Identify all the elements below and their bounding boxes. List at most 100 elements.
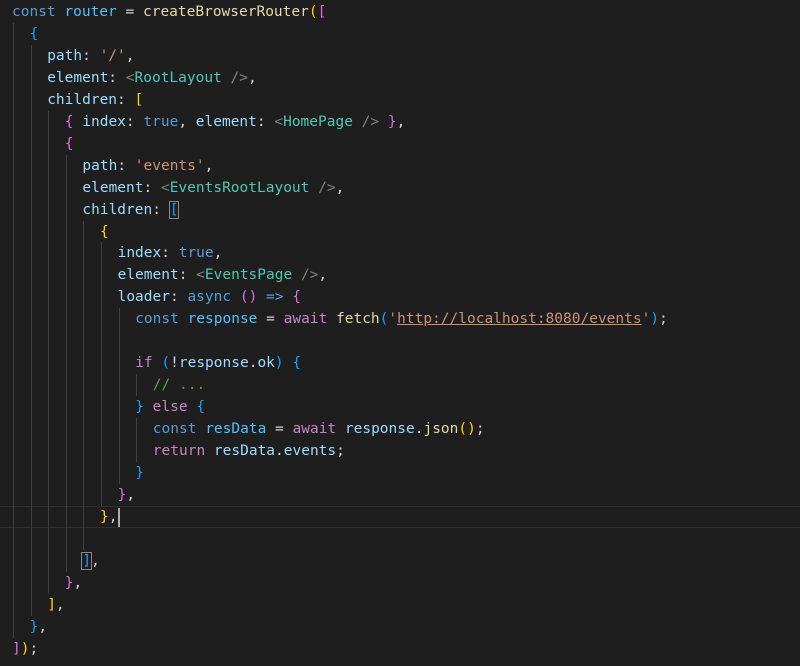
code-token: await [292,421,337,438]
code-line[interactable]: }, [0,505,800,528]
indent-guide [65,220,67,243]
indent-guide [118,440,120,462]
code-text: return resData.events; [153,440,345,462]
indent-guide [48,352,50,375]
code-line[interactable]: { index: true, element: <HomePage /> }, [0,110,800,133]
code-token: // ... [152,377,206,394]
code-line[interactable]: ]); [0,638,800,660]
code-line[interactable]: path: '/', [0,44,800,67]
indent-guide [83,440,85,462]
indent-guide [48,132,50,155]
code-line[interactable]: }, [0,615,800,638]
code-line[interactable]: ], [0,549,800,572]
indent-guide [30,220,32,243]
indent-guide [83,242,85,265]
indent-guide [48,418,50,441]
code-token: index [117,245,162,262]
code-token: path [47,47,83,64]
indent-guide [30,154,32,177]
code-token: const [135,311,179,328]
code-line[interactable]: loader: async () => { [0,286,800,309]
indent-guide [101,418,102,441]
code-token: : [169,289,188,306]
code-text: path: '/', [47,45,134,67]
code-line[interactable]: { [0,132,800,155]
code-line[interactable]: const response = await fetch('http://loc… [0,308,800,331]
code-token: events [283,443,337,459]
indent-guide [65,242,67,265]
code-line[interactable] [0,330,800,353]
indent-guide [13,396,14,419]
code-text: { index: true, element: <HomePage /> }, [65,111,406,133]
indent-guide [83,461,85,484]
code-token: , [396,113,406,130]
indent-guide [13,571,14,594]
code-line[interactable]: path: 'events', [0,154,800,177]
code-token: = [257,311,284,328]
indent-guide [118,352,120,375]
indent-guide [48,461,50,484]
indent-guide [30,242,32,265]
code-token: ; [659,311,668,328]
indent-guide [13,88,14,111]
code-line[interactable]: children: [ [0,198,800,221]
code-editor[interactable]: const router = createBrowserRouter([{pat… [0,0,800,666]
code-line[interactable] [0,527,800,550]
indent-guide [101,461,102,484]
code-line[interactable]: } else { [0,396,800,419]
indent-guide [13,198,14,221]
code-line[interactable]: { [0,22,800,45]
code-token: : [178,267,197,284]
indent-guide [83,220,85,243]
code-token: { [29,25,39,42]
code-line[interactable]: index: true, [0,242,800,265]
indent-guide [13,418,14,441]
code-token: ) [650,311,660,328]
code-line[interactable]: }, [0,571,800,594]
code-line[interactable]: return resData.events; [0,440,800,462]
indent-guide [83,330,85,353]
indent-guide [13,461,14,484]
code-token: const [152,421,197,438]
indent-guide [13,242,14,265]
code-line[interactable]: element: <EventsPage />, [0,264,800,287]
code-token: return [152,443,206,459]
code-line[interactable]: } [0,461,800,484]
indent-guide [30,66,32,89]
code-line[interactable]: if (!response.ok) { [0,352,800,375]
indent-guide [65,154,67,177]
indent-guide [30,527,32,550]
indent-guide [48,308,50,331]
code-text: ], [47,594,64,616]
code-token: : [108,69,126,86]
indent-guide [65,264,67,287]
code-text: }, [100,506,117,528]
indent-guide [30,505,32,528]
code-token: [ [317,4,327,20]
code-text: ]); [12,638,38,660]
matched-bracket: ] [81,551,93,570]
code-text: }, [65,572,82,594]
code-text: element: <EventsRootLayout />, [82,177,344,199]
code-line[interactable]: }, [0,483,800,506]
code-line[interactable]: element: <EventsRootLayout />, [0,176,800,199]
code-line[interactable]: const resData = await response.json(); [0,418,800,441]
code-token: , [55,596,65,613]
indent-guide [30,110,32,133]
code-token: : [161,245,179,262]
code-line[interactable]: element: <RootLayout />, [0,66,800,89]
code-line[interactable]: ], [0,593,800,616]
code-line[interactable]: children: [ [0,88,800,111]
code-token: , [248,69,257,86]
code-line[interactable]: // ... [0,374,800,397]
code-token: resData [205,421,267,438]
code-line[interactable]: const router = createBrowserRouter([ [0,1,800,23]
code-token: , [178,113,196,130]
indent-guide [48,440,50,462]
indent-guide [30,44,32,67]
code-token: /> [361,113,380,130]
code-token: => [266,289,284,306]
code-line[interactable]: { [0,220,800,243]
indent-guide [83,286,85,309]
